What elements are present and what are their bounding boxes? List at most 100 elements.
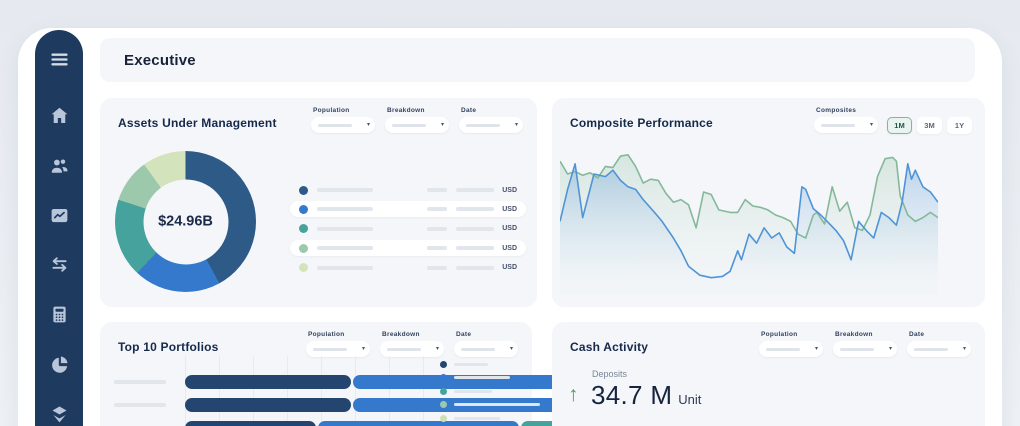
select-placeholder-bar (840, 348, 874, 351)
select-placeholder-bar (313, 348, 347, 351)
chevron-down-icon: ▾ (889, 346, 892, 352)
aum-total-value: $24.96B (158, 214, 213, 230)
deposits-label: Deposits (592, 369, 627, 379)
portfolios-legend-item[interactable] (440, 360, 540, 368)
legend-label-placeholder (317, 188, 373, 192)
select-placeholder-bar (914, 348, 948, 351)
select-placeholder-bar (766, 348, 800, 351)
dashboard-root: Executive Assets Under Management Popula… (0, 0, 1020, 426)
sidebar-item-calculator[interactable] (47, 303, 71, 326)
date-filter-group: Date ▾ (459, 107, 523, 133)
date-select[interactable]: ▾ (907, 341, 971, 357)
performance-chart-icon (49, 205, 70, 226)
composite-filterset: Composites ▾ (814, 107, 878, 133)
sidebar-item-home[interactable] (47, 104, 71, 127)
bar-segment[interactable] (185, 398, 351, 412)
select-placeholder-bar (466, 124, 500, 127)
chevron-down-icon: ▾ (870, 122, 873, 128)
breakdown-filter-label: Breakdown (387, 107, 449, 114)
legend-dot (440, 401, 447, 408)
composite-card-title: Composite Performance (570, 116, 713, 130)
date-filter-label: Date (461, 107, 523, 114)
select-placeholder-bar (392, 124, 426, 127)
composite-line-chart[interactable] (560, 145, 938, 295)
portfolio-label-placeholder (114, 403, 166, 407)
aum-legend-row[interactable]: USD (290, 240, 526, 256)
population-filter-group: Population ▾ (311, 107, 375, 133)
aum-legend-row[interactable]: USD (290, 182, 526, 198)
population-filter-label: Population (761, 331, 823, 338)
transfers-icon (49, 254, 70, 275)
sidebar-item-menu[interactable] (47, 48, 71, 71)
population-select[interactable]: ▾ (759, 341, 823, 357)
page-header: Executive (100, 38, 975, 82)
deposits-up-arrow-icon: ↑ (568, 384, 579, 405)
sidebar-item-clients[interactable] (47, 154, 71, 177)
legend-label-placeholder (454, 390, 492, 393)
breakdown-select[interactable]: ▾ (833, 341, 897, 357)
population-select[interactable]: ▾ (311, 117, 375, 133)
legend-value-placeholder (427, 227, 447, 231)
select-placeholder-bar (821, 124, 855, 127)
aum-legend-row[interactable]: USD (290, 260, 526, 276)
date-filter-label: Date (456, 331, 518, 338)
currency-label: USD (501, 206, 517, 213)
card-composite-performance: Composite Performance Composites ▾ 1M 3M 1Y (552, 98, 985, 307)
legend-dot (440, 374, 447, 381)
chevron-down-icon: ▾ (441, 122, 444, 128)
aum-donut-chart[interactable]: $24.96B (115, 151, 256, 292)
range-button-1m[interactable]: 1M (887, 117, 912, 134)
aum-legend-row[interactable]: USD (290, 201, 526, 217)
breakdown-filter-label: Breakdown (382, 331, 444, 338)
portfolios-legend-item[interactable] (440, 374, 540, 382)
breakdown-filter-group: Breakdown▾ (833, 331, 897, 357)
aum-legend-row[interactable]: USD (290, 221, 526, 237)
date-select[interactable]: ▾ (454, 341, 518, 357)
card-top-10-portfolios: Top 10 Portfolios Population▾Breakdown▾D… (100, 322, 532, 426)
legend-amount-placeholder (456, 246, 494, 250)
sidebar-item-transfers[interactable] (47, 254, 71, 277)
bar-segment[interactable] (185, 421, 316, 426)
breakdown-select[interactable]: ▾ (380, 341, 444, 357)
legend-value-placeholder (427, 266, 447, 270)
legend-amount-placeholder (456, 266, 494, 270)
deposits-metric: 34.7 M Unit (591, 380, 701, 411)
legend-amount-placeholder (456, 188, 494, 192)
range-toggle-group: 1M 3M 1Y (887, 117, 972, 134)
breakdown-filter-group: Breakdown ▾ (380, 331, 444, 357)
sidebar (35, 30, 83, 426)
chevron-down-icon: ▾ (436, 346, 439, 352)
page-title: Executive (124, 52, 196, 69)
legend-dot (440, 388, 447, 395)
population-filter-group: Population ▾ (306, 331, 370, 357)
range-button-3m[interactable]: 3M (917, 117, 942, 134)
chevron-down-icon: ▾ (815, 346, 818, 352)
composites-select[interactable]: ▾ (814, 117, 878, 133)
date-select[interactable]: ▾ (459, 117, 523, 133)
portfolios-legend-item[interactable] (440, 401, 540, 409)
population-filter-label: Population (313, 107, 375, 114)
legend-value-placeholder (427, 246, 447, 250)
sidebar-item-layers[interactable] (47, 403, 71, 426)
chevron-down-icon: ▾ (362, 346, 365, 352)
population-select[interactable]: ▾ (306, 341, 370, 357)
composites-filter-label: Composites (816, 107, 878, 114)
card-cash-activity: Cash Activity Population▾Breakdown▾Date▾… (552, 322, 985, 426)
aum-card-title: Assets Under Management (118, 116, 277, 130)
legend-label-placeholder (454, 376, 510, 379)
population-filter-group: Population ▾ (759, 331, 823, 357)
legend-dot (440, 415, 447, 422)
cash-card-title: Cash Activity (570, 340, 648, 354)
bar-segment[interactable] (185, 375, 351, 389)
population-filter-label: Population (308, 331, 370, 338)
composites-filter-group: Composites ▾ (814, 107, 878, 133)
sidebar-item-performance[interactable] (47, 204, 71, 227)
currency-label: USD (501, 245, 517, 252)
home-icon (49, 105, 70, 126)
portfolios-legend-item[interactable] (440, 414, 540, 422)
range-button-1y[interactable]: 1Y (947, 117, 972, 134)
sidebar-item-allocation[interactable] (47, 353, 71, 376)
breakdown-select[interactable]: ▾ (385, 117, 449, 133)
portfolios-legend-item[interactable] (440, 387, 540, 395)
currency-label: USD (501, 225, 517, 232)
